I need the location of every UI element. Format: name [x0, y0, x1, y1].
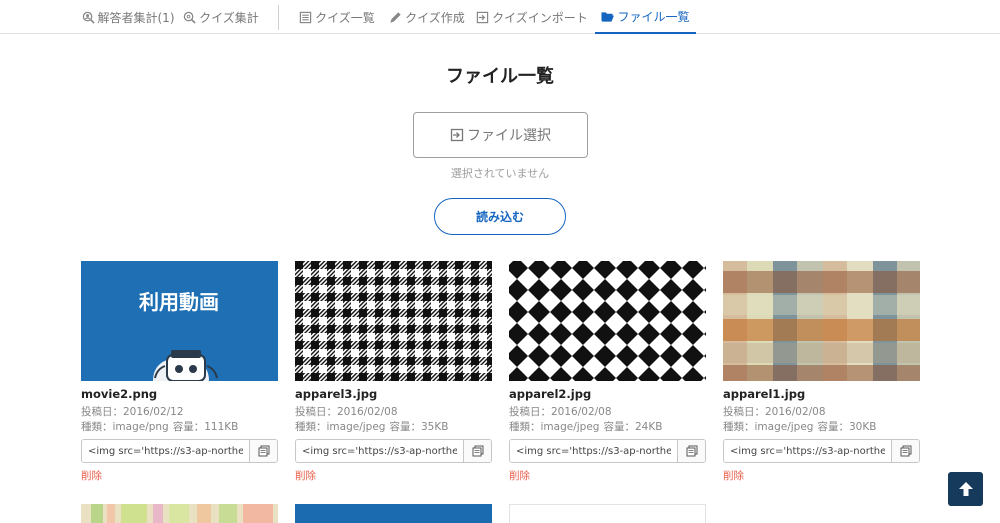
copy-button[interactable]	[677, 440, 705, 462]
tab-respondent-summary[interactable]: 解答者集計(1)	[78, 0, 178, 34]
file-thumbnail-partial[interactable]	[295, 504, 492, 523]
import-icon	[450, 128, 464, 142]
delete-link[interactable]: 削除	[509, 468, 530, 483]
file-name: movie2.png	[81, 387, 158, 401]
tab-label: クイズ集計	[199, 10, 259, 25]
thumbnail-caption: 利用動画	[139, 290, 219, 314]
embed-code-field	[723, 439, 920, 463]
copy-button[interactable]	[891, 440, 919, 462]
embed-code-field	[509, 439, 706, 463]
file-size: 容量：24KB	[603, 421, 663, 433]
import-icon	[476, 11, 489, 23]
file-meta: 種類：image/jpeg 容量：30KB	[723, 419, 876, 434]
embed-code-field	[295, 439, 492, 463]
delete-link[interactable]: 削除	[81, 468, 102, 483]
copy-icon	[258, 445, 269, 457]
file-posted-date: 投稿日：2016/02/12	[81, 406, 184, 418]
file-name: apparel1.jpg	[723, 387, 806, 401]
file-meta: 種類：image/jpeg 容量：35KB	[295, 419, 448, 434]
copy-icon	[686, 445, 697, 457]
copy-button[interactable]	[463, 440, 491, 462]
file-posted-date: 投稿日：2016/02/08	[295, 406, 398, 418]
tab-label: 解答者集計(1)	[97, 10, 175, 25]
tab-quiz-import[interactable]: クイズインポート	[476, 0, 588, 34]
diamond-thumbnail-image	[509, 261, 706, 381]
arrow-up-icon	[958, 482, 973, 496]
page-title: ファイル一覧	[446, 66, 554, 87]
file-thumbnail[interactable]	[295, 261, 492, 381]
tab-quiz-list[interactable]: クイズ一覧	[294, 0, 380, 34]
delete-link[interactable]: 削除	[295, 468, 316, 483]
tab-quiz-create[interactable]: クイズ作成	[386, 0, 468, 34]
movie-thumbnail-image: 利用動画	[81, 261, 278, 381]
file-status-text: 選択されていません	[450, 167, 550, 180]
delete-link[interactable]: 削除	[723, 468, 744, 483]
tab-label: ファイル一覧	[617, 9, 690, 24]
embed-code-input[interactable]	[82, 440, 249, 462]
copy-button[interactable]	[249, 440, 277, 462]
file-thumbnail-partial[interactable]	[81, 504, 278, 523]
file-posted-date: 投稿日：2016/02/08	[509, 406, 612, 418]
read-button[interactable]: 読み込む	[434, 198, 566, 235]
file-select-label: ファイル選択	[467, 128, 551, 144]
file-thumbnail[interactable]	[509, 261, 706, 381]
embed-code-input[interactable]	[510, 440, 677, 462]
pencil-icon	[390, 11, 401, 23]
file-type: 種類：image/jpeg	[295, 421, 386, 433]
file-size: 容量：111KB	[172, 421, 239, 433]
file-thumbnail[interactable]	[723, 261, 920, 381]
tab-label: クイズ一覧	[315, 10, 375, 25]
file-type: 種類：image/png	[81, 421, 169, 433]
list-icon	[299, 11, 312, 23]
copy-icon	[472, 445, 483, 457]
folder-open-icon	[601, 11, 615, 22]
file-thumbnail[interactable]: 利用動画	[81, 261, 278, 381]
file-size: 容量：35KB	[389, 421, 449, 433]
embed-code-field	[81, 439, 278, 463]
back-to-top-button[interactable]	[948, 472, 983, 506]
stripe-thumbnail-image	[81, 504, 278, 523]
file-select-button[interactable]: ファイル選択	[413, 112, 588, 158]
tab-quiz-summary[interactable]: クイズ集計	[180, 0, 262, 34]
file-type: 種類：image/jpeg	[723, 421, 814, 433]
tab-file-list[interactable]: ファイル一覧	[595, 0, 696, 34]
file-name: apparel3.jpg	[295, 387, 378, 401]
copy-icon	[900, 445, 911, 457]
file-posted-date: 投稿日：2016/02/08	[723, 406, 826, 418]
file-size: 容量：30KB	[817, 421, 877, 433]
file-thumbnail-partial[interactable]	[509, 504, 706, 523]
embed-code-input[interactable]	[724, 440, 891, 462]
file-meta: 種類：image/png 容量：111KB	[81, 419, 238, 434]
gingham-thumbnail-image	[295, 261, 492, 381]
file-name: apparel2.jpg	[509, 387, 592, 401]
file-type: 種類：image/jpeg	[509, 421, 600, 433]
tab-label: クイズ作成	[405, 10, 465, 25]
user-search-icon	[82, 11, 95, 24]
top-navigation: 解答者集計(1) クイズ集計 クイズ一覧 クイズ作成 クイズインポート ファイル…	[0, 0, 1000, 34]
file-meta: 種類：image/jpeg 容量：24KB	[509, 419, 662, 434]
plaid-thumbnail-image	[723, 261, 920, 381]
embed-code-input[interactable]	[296, 440, 463, 462]
search-icon	[183, 11, 196, 24]
tab-label: クイズインポート	[492, 10, 588, 25]
tab-divider	[278, 5, 279, 30]
